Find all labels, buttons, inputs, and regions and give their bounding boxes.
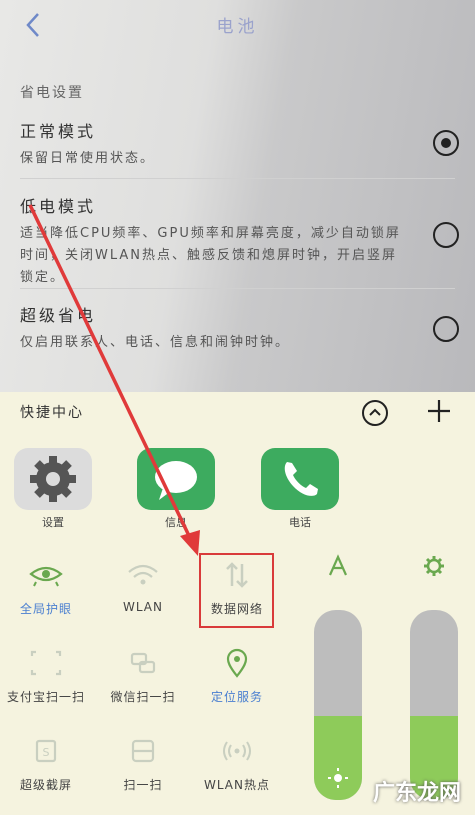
annotation-arrow xyxy=(28,204,200,556)
watermark-text: 广东龙网 xyxy=(372,780,461,806)
